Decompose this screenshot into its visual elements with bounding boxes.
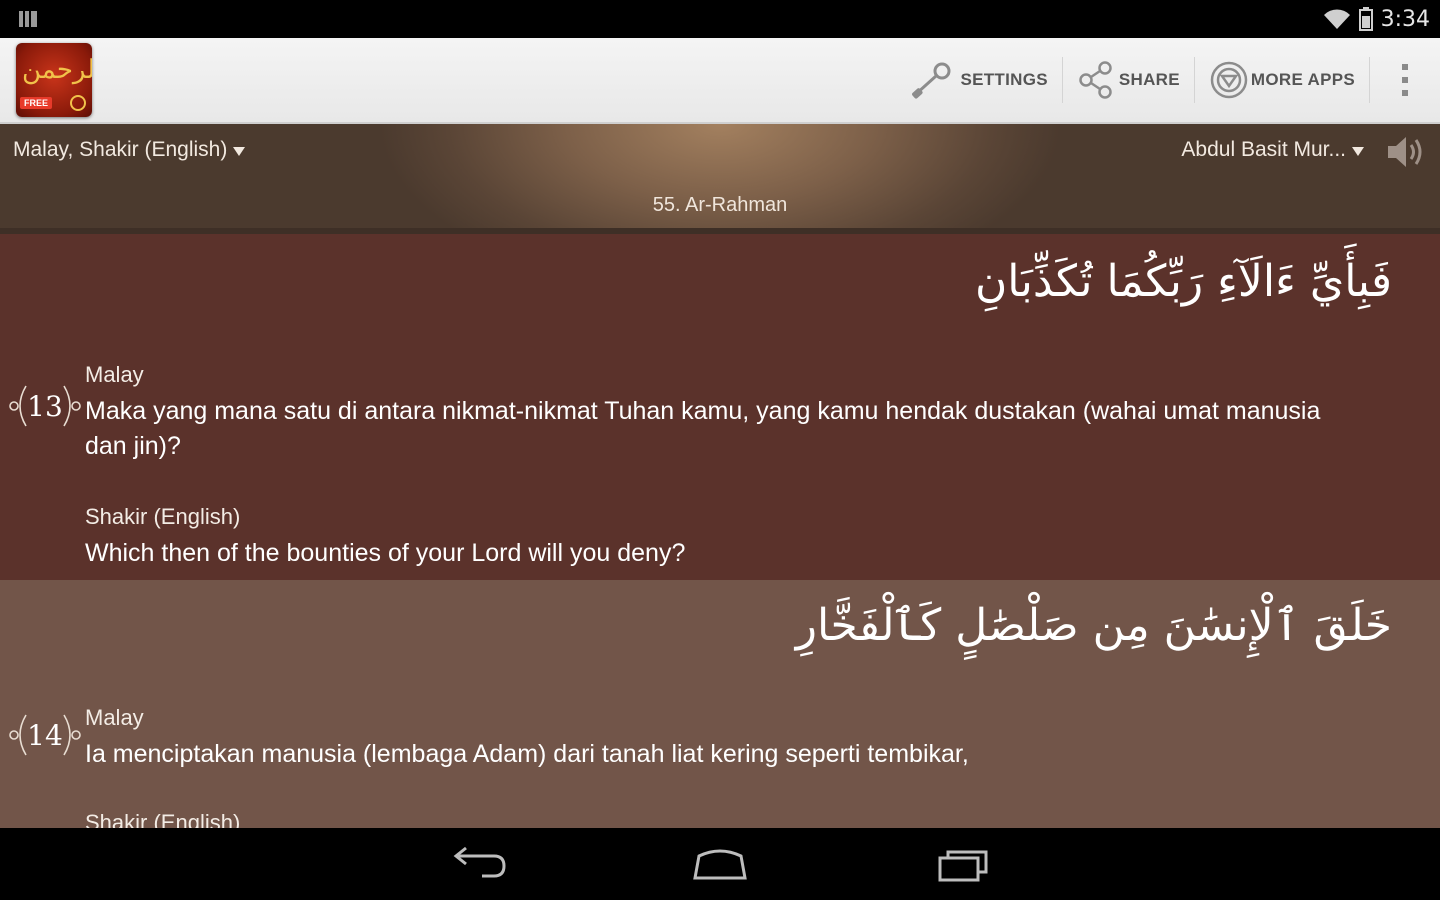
dropdown-arrow-icon (233, 146, 246, 156)
wifi-icon (1323, 9, 1350, 29)
free-badge: FREE (20, 97, 53, 109)
translation-text: Ia menciptakan manusia (lembaga Adam) da… (85, 740, 969, 768)
app-logo[interactable]: الرحمن FREE (16, 43, 92, 117)
arabic-verse-text: خَلَقَ ٱلْإِنسَٰنَ مِن صَلْصَٰلٍ كَٱلْفَ… (795, 600, 1392, 651)
settings-label: SETTINGS (960, 70, 1048, 89)
translation-text: Which then of the bounties of your Lord … (85, 539, 686, 567)
more-apps-button[interactable]: MORE APPS (1195, 38, 1369, 122)
notification-icon (19, 11, 37, 27)
translation-selector-label: Malay, Shakir (English) (13, 138, 228, 161)
more-apps-icon (1210, 61, 1248, 99)
translation-name: Shakir (English) (85, 504, 241, 529)
action-bar: الرحمن FREE SETTINGS (0, 38, 1440, 124)
recent-apps-icon[interactable] (928, 842, 998, 886)
verse-number: 14 (27, 719, 63, 752)
verse-number: 13 (27, 390, 63, 423)
translation-name: Malay (85, 705, 144, 730)
wrench-icon (912, 62, 951, 99)
battery-icon (1358, 7, 1373, 31)
share-icon (1079, 61, 1112, 99)
overflow-menu-icon (1402, 64, 1408, 96)
logo-calligraphy: الرحمن (22, 55, 92, 85)
status-bar: 3:34 (0, 0, 1440, 38)
verse-item[interactable]: خَلَقَ ٱلْإِنسَٰنَ مِن صَلْصَٰلٍ كَٱلْفَ… (0, 580, 1440, 828)
home-icon[interactable] (685, 842, 755, 886)
navigation-bar (0, 828, 1440, 900)
back-icon[interactable] (442, 842, 512, 886)
translation-selector[interactable]: Malay, Shakir (English) (13, 138, 246, 162)
translation-name: Malay (85, 362, 144, 387)
translation-text: Maka yang mana satu di antara nikmat-nik… (85, 397, 1321, 460)
action-buttons: SETTINGS SHARE MORE APPS (896, 38, 1440, 122)
reciter-selector[interactable]: Abdul Basit Mur... (1181, 138, 1364, 162)
status-clock: 3:34 (1380, 6, 1430, 32)
reciter-selector-label: Abdul Basit Mur... (1181, 138, 1346, 161)
surah-title: 55. Ar-Rahman (652, 194, 788, 216)
verse-number-badge: 14 (6, 713, 84, 757)
share-button[interactable]: SHARE (1063, 38, 1194, 122)
verse-item[interactable]: فَبِأَيِّ ءَالَآءِ رَبِّكُمَا تُكَذِّبَا… (0, 234, 1440, 580)
verse-number-badge: 13 (6, 384, 84, 428)
speaker-icon[interactable] (1386, 134, 1428, 170)
verse-list[interactable]: فَبِأَيِّ ءَالَآءِ رَبِّكُمَا تُكَذِّبَا… (0, 234, 1440, 828)
dropdown-arrow-icon (1352, 146, 1364, 156)
logo-ring-icon (70, 95, 86, 111)
surah-header: Malay, Shakir (English) Abdul Basit Mur.… (0, 124, 1440, 234)
settings-button[interactable]: SETTINGS (896, 38, 1061, 122)
overflow-menu-button[interactable] (1370, 38, 1440, 122)
share-label: SHARE (1118, 70, 1180, 89)
more-apps-label: MORE APPS (1250, 70, 1355, 89)
arabic-verse-text: فَبِأَيِّ ءَالَآءِ رَبِّكُمَا تُكَذِّبَا… (974, 256, 1392, 307)
translation-name: Shakir (English) (85, 810, 241, 828)
